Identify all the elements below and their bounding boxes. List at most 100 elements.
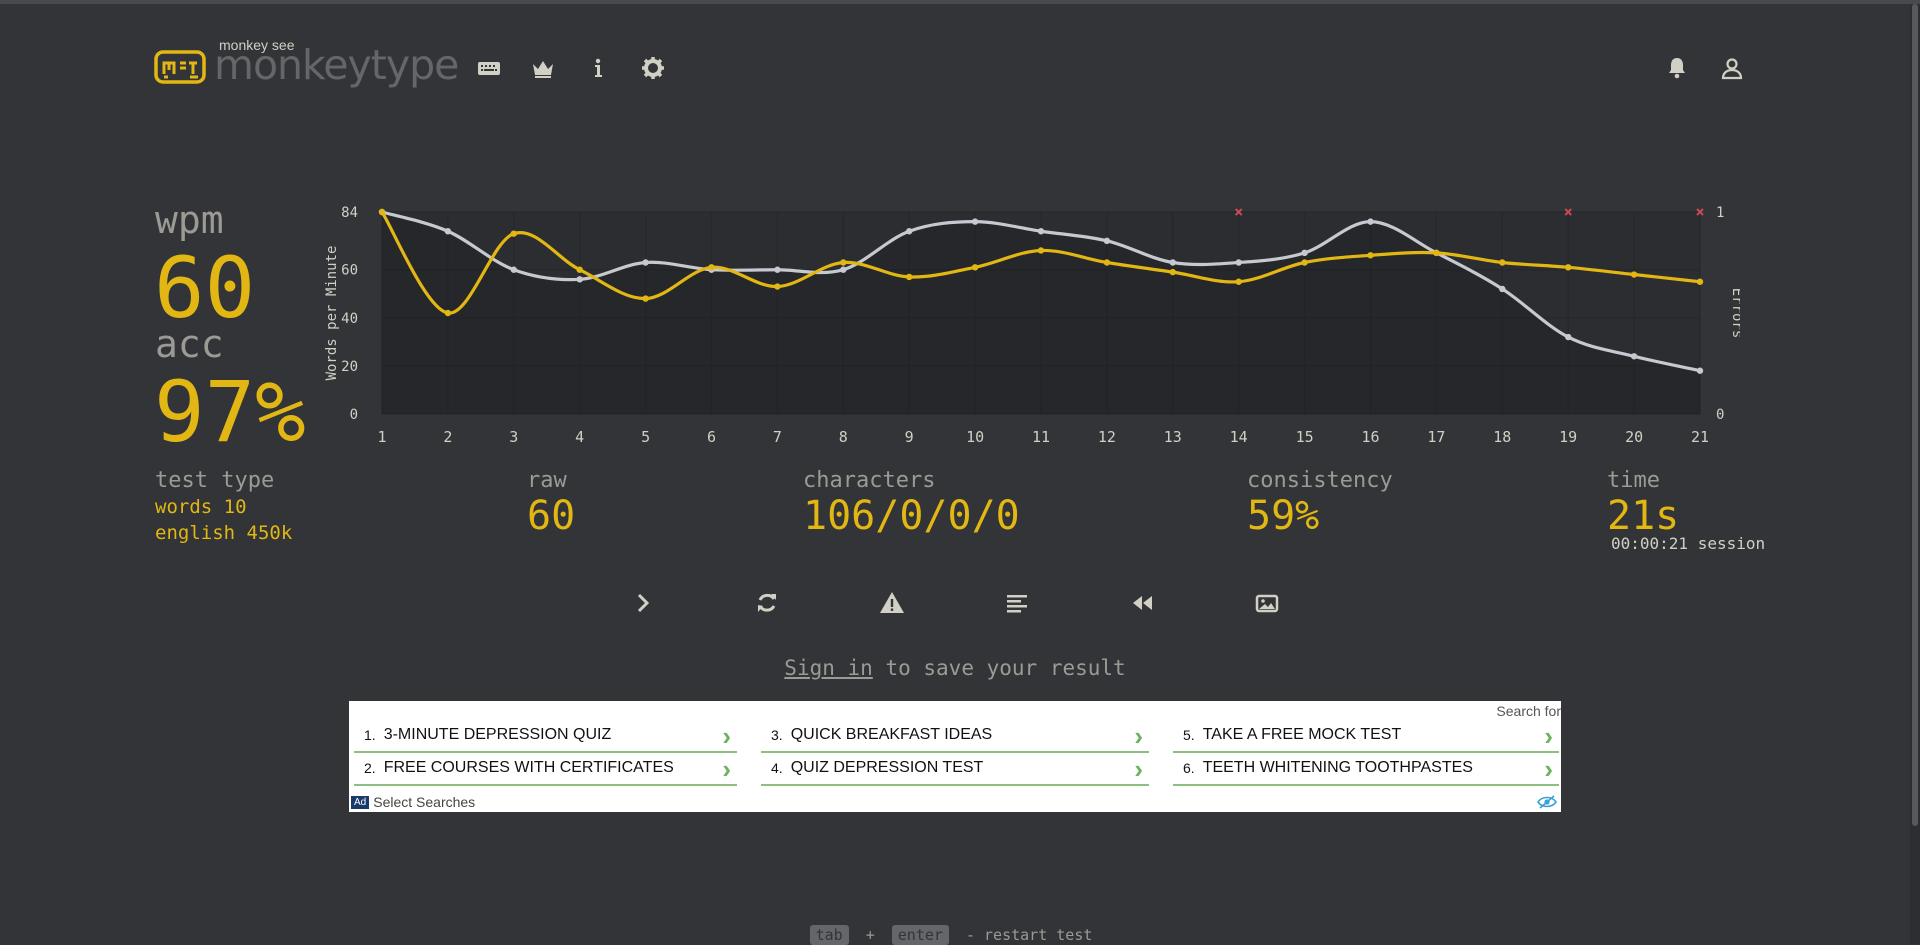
ad-item-number: 4.: [771, 760, 783, 776]
wpm-point: [510, 230, 517, 237]
chevron-right-icon: ›: [1134, 721, 1143, 751]
x-tick-label: 7: [773, 428, 782, 446]
signin-text: to save your result: [872, 656, 1126, 680]
x-tick-label: 13: [1164, 428, 1182, 446]
consistency-value: 59%: [1247, 493, 1320, 539]
wpm-point: [708, 264, 715, 271]
y-tick-label: 60: [341, 263, 358, 279]
raw-point: [1367, 218, 1374, 225]
wpm-value: 60: [154, 239, 256, 337]
wpm-point: [378, 208, 386, 216]
raw-label: raw: [527, 468, 567, 493]
ad-item-number: 6.: [1183, 760, 1195, 776]
monkeytype-logo[interactable]: [154, 50, 206, 84]
screenshot-button[interactable]: [1252, 588, 1282, 618]
wpm-point: [444, 309, 452, 317]
acc-value: 97%: [154, 363, 306, 461]
plus-sign: +: [865, 926, 875, 944]
test-type-mode: words 10: [155, 496, 247, 518]
y-axis-label: Words per Minute: [324, 246, 340, 381]
backward-icon: [1133, 596, 1152, 610]
ad-item-number: 3.: [771, 727, 783, 743]
report-button[interactable]: [877, 588, 907, 618]
y2-tick-label: 1: [1716, 205, 1724, 221]
wpm-point: [1565, 264, 1572, 271]
restart-hint: tab + enter - restart test: [0, 925, 1910, 945]
raw-point: [642, 259, 649, 266]
x-tick-label: 12: [1098, 428, 1116, 446]
wpm-point: [1103, 259, 1111, 266]
signin-link[interactable]: Sign in: [784, 656, 873, 680]
characters-label: characters: [803, 468, 936, 493]
raw-point: [510, 266, 517, 273]
eye-icon[interactable]: [1537, 794, 1557, 810]
words-history-button[interactable]: [1002, 588, 1032, 618]
x-tick-label: 21: [1691, 428, 1709, 446]
wpm-point: [1169, 268, 1176, 276]
info-icon[interactable]: [585, 55, 611, 81]
chevron-right-icon: ›: [1544, 754, 1553, 784]
ad-item[interactable]: 2. Free Courses With Certificates ›: [354, 752, 737, 786]
ad-footer: Ad Select Searches: [351, 794, 475, 810]
raw-point: [1169, 259, 1176, 266]
time-label: time: [1607, 468, 1660, 493]
ad-item[interactable]: 3. Quick Breakfast Ideas ›: [761, 719, 1149, 753]
raw-point: [1235, 259, 1242, 266]
bell-icon[interactable]: [1664, 55, 1690, 81]
ad-item-text: 3-Minute Depression Quiz: [383, 726, 612, 743]
ad-item[interactable]: 4. Quiz Depression Test ›: [761, 752, 1149, 786]
ad-item[interactable]: 5. Take a Free Mock Test ›: [1173, 719, 1559, 753]
restart-button[interactable]: [752, 588, 782, 618]
ad-item[interactable]: 6. Teeth Whitening Toothpastes ›: [1173, 752, 1559, 786]
scrollbar-thumb[interactable]: [1912, 4, 1918, 826]
x-tick-label: 19: [1559, 428, 1577, 446]
ad-item[interactable]: 1. 3-Minute Depression Quiz ›: [354, 719, 737, 753]
wpm-point: [1301, 259, 1308, 266]
raw-point: [840, 266, 847, 273]
y2-axis-label: Errors: [1729, 288, 1740, 339]
y2-tick-label: 0: [1716, 407, 1724, 423]
wpm-point: [906, 273, 913, 281]
chevron-right-icon: ›: [722, 754, 731, 784]
wpm-point: [971, 264, 979, 271]
wpm-point: [576, 266, 583, 273]
acc-label: acc: [155, 322, 224, 366]
y-tick-label: 84: [341, 205, 358, 221]
wpm-chart: 0204060841 2 3 4 5 6 7 8 9 10 11 12 13 14 15 16 17 18 19 20…: [324, 205, 1740, 446]
ad-banner[interactable]: Search for 1. 3-Minute Depression Quiz › 2…: [349, 701, 1561, 812]
raw-point: [906, 228, 913, 235]
tab-key: tab: [809, 925, 849, 945]
warning-icon: [880, 592, 904, 613]
chevron-right-icon: [637, 593, 650, 613]
test-type-language: english 450k: [155, 522, 293, 544]
refresh-icon: [758, 593, 776, 612]
keyboard-icon[interactable]: [476, 55, 502, 81]
wpm-point: [642, 295, 649, 302]
ad-item-text: Quiz Depression Test: [790, 759, 984, 776]
user-icon[interactable]: [1719, 55, 1745, 81]
raw-point: [1565, 333, 1572, 341]
wpm-label: wpm: [155, 198, 224, 242]
replay-button[interactable]: [1127, 588, 1157, 618]
crown-icon[interactable]: [530, 55, 556, 81]
time-value: 21s: [1607, 493, 1680, 539]
x-tick-label: 4: [575, 428, 584, 446]
chevron-right-icon: ›: [1544, 721, 1553, 751]
session-time: 00:00:21 session: [1611, 534, 1766, 553]
next-test-button[interactable]: [628, 588, 658, 618]
brand-name[interactable]: monkeytype: [214, 40, 459, 90]
ad-search-for: Search for: [1496, 703, 1561, 719]
align-left-icon: [1007, 595, 1027, 613]
image-icon: [1255, 594, 1279, 613]
scrollbar[interactable]: [1910, 4, 1920, 944]
y-tick-label: 20: [341, 359, 358, 375]
enter-key: enter: [891, 925, 949, 945]
wpm-point: [1433, 249, 1440, 257]
x-tick-label: 6: [707, 428, 716, 446]
wpm-point: [840, 259, 847, 266]
raw-point: [1037, 228, 1045, 235]
x-tick-label: 18: [1493, 428, 1511, 446]
wpm-point: [1630, 271, 1638, 278]
raw-point: [1301, 249, 1308, 257]
gear-icon[interactable]: [640, 55, 666, 81]
